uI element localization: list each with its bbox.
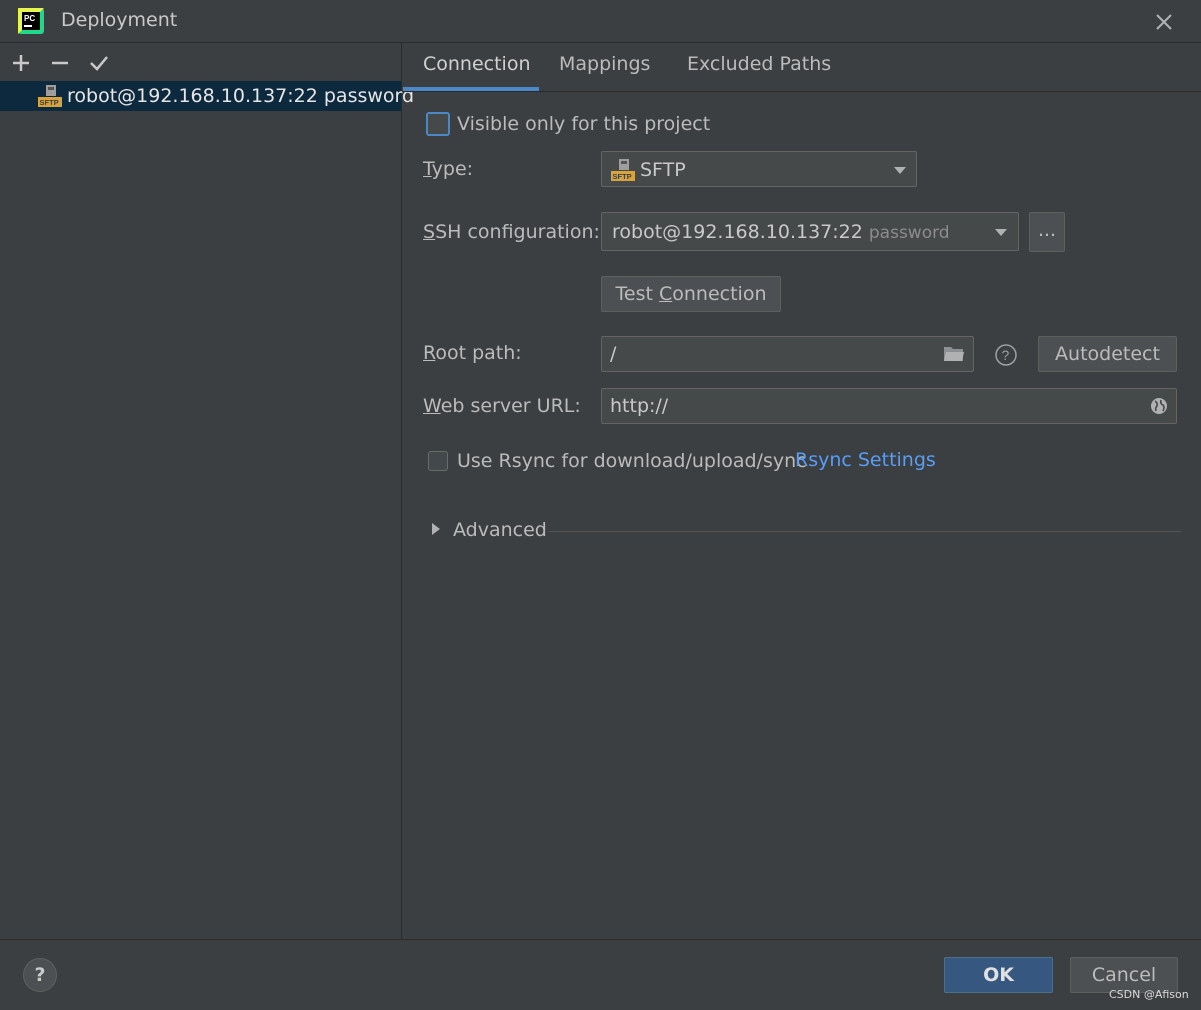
use-rsync-checkbox[interactable] xyxy=(428,451,448,471)
web-server-url-label: Web server URL: xyxy=(423,395,581,417)
visible-only-checkbox[interactable] xyxy=(426,112,450,136)
web-server-url-input[interactable] xyxy=(601,388,1177,424)
svg-text:PC: PC xyxy=(24,14,35,23)
sftp-icon: SFTP xyxy=(611,159,635,181)
tab-mappings[interactable]: Mappings xyxy=(559,53,650,75)
plus-icon[interactable] xyxy=(10,52,32,74)
rsync-settings-link[interactable]: Rsync Settings xyxy=(795,449,936,471)
footer-divider xyxy=(0,939,1201,940)
visible-only-label: Visible only for this project xyxy=(457,113,711,135)
ssh-configuration-label: SSH configuration: xyxy=(423,221,600,243)
web-server-url-value: http:// xyxy=(610,395,669,417)
minus-icon[interactable] xyxy=(49,52,71,74)
root-path-label: Root path: xyxy=(423,342,522,364)
ssh-auth-hint: password xyxy=(868,223,950,243)
active-tab-indicator xyxy=(403,87,539,91)
svg-text:SFTP: SFTP xyxy=(40,98,59,107)
type-select-value: SFTP xyxy=(640,159,686,181)
ok-button[interactable]: OK xyxy=(944,957,1053,993)
svg-text:SFTP: SFTP xyxy=(613,172,632,181)
chevron-down-icon xyxy=(894,167,906,174)
pycharm-logo-icon: PC xyxy=(18,8,44,34)
tab-excluded-paths[interactable]: Excluded Paths xyxy=(687,53,831,75)
server-list-panel xyxy=(0,43,402,939)
autodetect-button[interactable]: Autodetect xyxy=(1038,336,1177,372)
type-label: Type: xyxy=(423,158,474,180)
watermark: CSDN @Afison xyxy=(1109,988,1189,1001)
window-title: Deployment xyxy=(61,9,178,31)
folder-icon[interactable] xyxy=(943,344,965,364)
server-list-item-label: robot@192.168.10.137:22 password xyxy=(67,85,415,107)
chevron-right-icon[interactable] xyxy=(430,522,442,536)
help-icon[interactable]: ? xyxy=(994,343,1018,367)
globe-icon[interactable] xyxy=(1149,396,1169,416)
advanced-divider xyxy=(548,531,1181,532)
help-button[interactable]: ? xyxy=(23,958,57,992)
ssh-configuration-more-button[interactable]: ... xyxy=(1029,212,1065,252)
ssh-configuration-value: robot@192.168.10.137:22 password xyxy=(612,221,950,243)
svg-text:?: ? xyxy=(1002,347,1010,363)
root-path-value: / xyxy=(610,343,617,365)
sftp-icon: SFTP xyxy=(38,85,62,107)
root-path-input[interactable] xyxy=(601,336,974,372)
title-bar xyxy=(0,0,1201,43)
tab-connection[interactable]: Connection xyxy=(423,53,531,75)
check-icon[interactable] xyxy=(88,52,110,74)
test-connection-button[interactable]: Test Connection xyxy=(601,276,781,312)
chevron-down-icon xyxy=(995,229,1007,236)
use-rsync-label: Use Rsync for download/upload/sync xyxy=(457,450,807,472)
advanced-section-toggle[interactable]: Advanced xyxy=(453,519,547,541)
close-icon[interactable] xyxy=(1150,8,1178,36)
